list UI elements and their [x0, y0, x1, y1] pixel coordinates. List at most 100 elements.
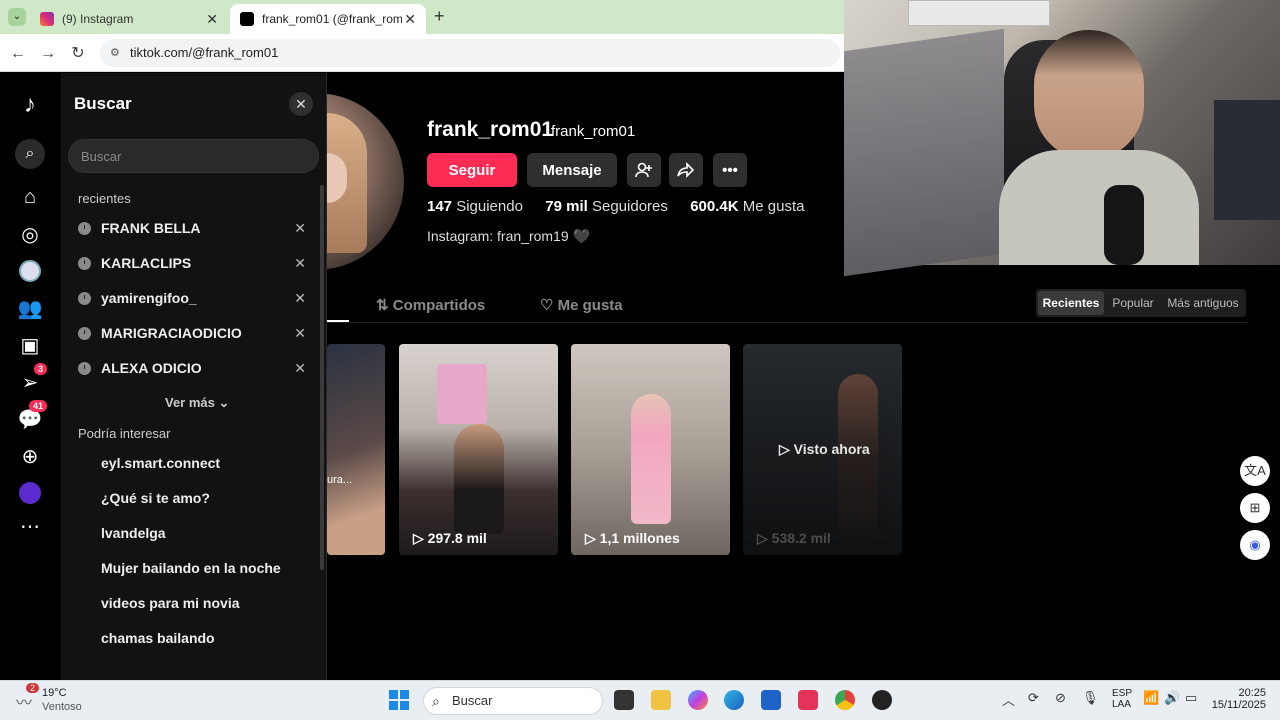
- profile-icon[interactable]: [15, 478, 45, 508]
- tab-shared[interactable]: ⇅ Compartidos: [376, 296, 485, 314]
- reload-icon[interactable]: ↻: [68, 44, 88, 64]
- windows-start-icon[interactable]: [389, 690, 409, 710]
- remove-icon[interactable]: ✕: [294, 255, 306, 272]
- assistant-icon[interactable]: ◉: [1240, 530, 1270, 560]
- remove-icon[interactable]: ✕: [294, 360, 306, 377]
- messages-icon[interactable]: ➢ 3: [15, 363, 47, 397]
- search-input[interactable]: [68, 139, 319, 173]
- heart-lock-icon: ♡: [540, 297, 554, 314]
- likes-count: 600.4K: [690, 198, 739, 215]
- recent-item[interactable]: MARIGRACIAODICIO ✕: [78, 319, 306, 347]
- home-icon[interactable]: ⌂: [15, 182, 45, 212]
- file-explorer-icon[interactable]: [651, 690, 671, 710]
- followers-label[interactable]: Seguidores: [592, 198, 668, 215]
- suggestion-item[interactable]: eyl.smart.connect: [101, 455, 220, 471]
- translate-icon[interactable]: 文A: [1240, 456, 1270, 486]
- tab-tiktok[interactable]: frank_rom01 (@frank_rom01) | ✕: [230, 4, 426, 34]
- sort-oldest-button[interactable]: Más antiguos: [1162, 289, 1244, 317]
- share-icon[interactable]: [669, 153, 703, 187]
- site-info-icon[interactable]: ⚙: [110, 39, 120, 67]
- suggestion-item[interactable]: chamas bailando: [101, 630, 215, 646]
- back-icon[interactable]: ←: [8, 44, 28, 64]
- tab-instagram[interactable]: (9) Instagram ✕: [30, 4, 228, 34]
- more-icon[interactable]: ⋯: [15, 511, 45, 541]
- panel-scrollbar[interactable]: [320, 185, 324, 570]
- new-tab-button[interactable]: +: [434, 6, 445, 27]
- tab-list-chevron-icon[interactable]: ⌄: [8, 8, 26, 26]
- recent-item[interactable]: FRANK BELLA ✕: [78, 214, 306, 242]
- watched-now-label: ▷ Visto ahora: [779, 441, 870, 457]
- wifi-icon[interactable]: 📶: [1143, 690, 1159, 706]
- tab-title: (9) Instagram: [62, 12, 134, 26]
- inbox-badge: 41: [28, 400, 47, 412]
- search-icon[interactable]: ⌕: [15, 139, 45, 169]
- view-count: ▷ 538.2 mil: [757, 530, 831, 546]
- forward-icon[interactable]: →: [38, 44, 58, 64]
- following-icon[interactable]: [15, 256, 45, 286]
- explore-icon[interactable]: ◎: [15, 219, 45, 249]
- following-label[interactable]: Siguiendo: [456, 198, 523, 215]
- close-tab-icon[interactable]: ✕: [404, 11, 416, 28]
- tab-liked-label: Me gusta: [557, 297, 623, 314]
- friends-icon[interactable]: 👥: [15, 293, 45, 323]
- battery-icon[interactable]: ▭: [1185, 690, 1197, 706]
- inbox-icon[interactable]: 💬 41: [15, 400, 47, 434]
- weather-temp: 19°C: [42, 687, 67, 699]
- recent-item[interactable]: KARLACLIPS ✕: [78, 249, 306, 277]
- recent-item[interactable]: ALEXA ODICIO ✕: [78, 354, 306, 382]
- video-card[interactable]: ▷ 297.8 mil: [399, 344, 558, 555]
- live-icon[interactable]: ▣: [15, 330, 45, 360]
- language-indicator[interactable]: ESP LAA: [1112, 688, 1133, 710]
- sort-recent-button[interactable]: Recientes: [1038, 291, 1104, 315]
- repost-icon: ⇅: [376, 297, 389, 314]
- taskbar-search[interactable]: ⌕ Buscar: [423, 687, 603, 715]
- suggestion-item[interactable]: lvandelga: [101, 525, 166, 541]
- tray-app-icon[interactable]: ⊘: [1055, 690, 1066, 706]
- apps-icon[interactable]: ⊞: [1240, 493, 1270, 523]
- sort-popular-button[interactable]: Popular: [1106, 289, 1160, 317]
- chevron-up-icon[interactable]: ︿: [1002, 690, 1015, 709]
- messages-badge: 3: [33, 363, 47, 375]
- recent-item[interactable]: yamirengifoo_ ✕: [78, 284, 306, 312]
- suggestion-item[interactable]: Mujer bailando en la noche: [101, 560, 281, 576]
- address-bar[interactable]: ⚙ tiktok.com/@frank_rom01: [100, 39, 840, 67]
- follow-button[interactable]: Seguir: [427, 153, 517, 187]
- language-code: ESP: [1112, 688, 1133, 699]
- edge-icon[interactable]: [724, 690, 744, 710]
- video-card[interactable]: ▷ Visto ahora ▷ 538.2 mil: [743, 344, 902, 555]
- store-icon[interactable]: [761, 690, 781, 710]
- close-icon[interactable]: ✕: [289, 92, 313, 116]
- weather-badge: 2: [26, 683, 40, 693]
- remove-icon[interactable]: ✕: [294, 325, 306, 342]
- suggestion-item[interactable]: videos para mi novia: [101, 595, 240, 611]
- more-options-icon[interactable]: •••: [713, 153, 747, 187]
- upload-icon[interactable]: ⊕: [15, 441, 45, 471]
- volume-icon[interactable]: 🔊: [1164, 690, 1180, 706]
- tiktok-logo-icon[interactable]: ♪: [15, 90, 45, 120]
- suggestion-item[interactable]: ¿Qué si te amo?: [101, 490, 210, 506]
- sync-icon[interactable]: ⟳: [1028, 690, 1039, 706]
- copilot-icon[interactable]: [688, 690, 708, 710]
- weather-desc: Ventoso: [42, 701, 82, 713]
- music-icon[interactable]: [798, 690, 818, 710]
- video-card[interactable]: ▷ 1,1 millones: [571, 344, 730, 555]
- task-view-icon[interactable]: [614, 690, 634, 710]
- profile-stats: 147 Siguiendo 79 mil Seguidores 600.4K M…: [427, 198, 804, 215]
- obs-icon[interactable]: [872, 690, 892, 710]
- see-more-button[interactable]: Ver más ⌄: [165, 395, 229, 411]
- chrome-icon[interactable]: [835, 690, 855, 710]
- close-tab-icon[interactable]: ✕: [206, 11, 218, 28]
- chevron-down-icon: ⌄: [218, 395, 230, 410]
- microphone-icon[interactable]: 🎙: [1082, 690, 1099, 706]
- recent-item-label: MARIGRACIAODICIO: [101, 325, 242, 341]
- message-button[interactable]: Mensaje: [527, 153, 617, 187]
- add-friend-icon[interactable]: [627, 153, 661, 187]
- remove-icon[interactable]: ✕: [294, 290, 306, 307]
- clock-date: 15/11/2025: [1211, 699, 1266, 711]
- remove-icon[interactable]: ✕: [294, 220, 306, 237]
- history-icon: [78, 361, 91, 375]
- suggest-label: Podría interesar: [78, 426, 171, 441]
- system-clock[interactable]: 20:25 15/11/2025: [1208, 687, 1266, 711]
- tab-liked[interactable]: ♡ Me gusta: [540, 296, 623, 314]
- video-card[interactable]: ura...: [327, 344, 385, 555]
